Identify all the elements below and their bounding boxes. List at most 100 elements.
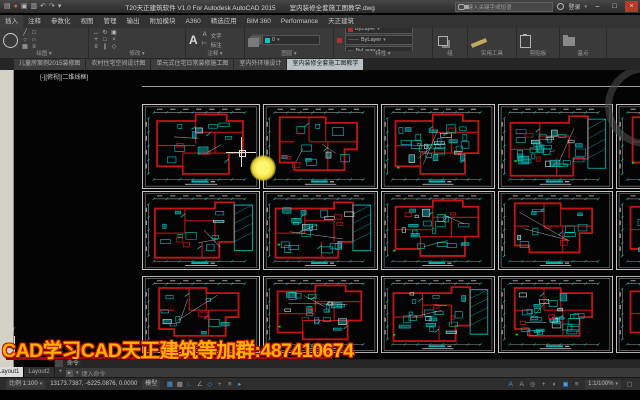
ribbon-tab-3[interactable]: 视图	[76, 15, 99, 28]
osnap-icon[interactable]: ◇	[205, 379, 214, 390]
clipboard-icon[interactable]	[520, 35, 531, 48]
line-icon[interactable]: ╱	[21, 30, 29, 37]
command-caret-icon[interactable]: ▾	[76, 370, 79, 376]
dynamic-input-icon[interactable]: ▸	[235, 379, 244, 390]
minimize-button[interactable]: –	[591, 1, 604, 12]
arc-icon[interactable]: ∩	[30, 37, 38, 44]
plus-icon[interactable]: +	[539, 379, 548, 390]
ribbon-tab-6[interactable]: 附加模块	[145, 15, 181, 28]
workspace-gear-icon[interactable]: ◎	[528, 379, 537, 390]
ribbon-tab-1[interactable]: 注释	[23, 15, 46, 28]
group-icon[interactable]	[438, 36, 448, 46]
panel-label-basepoint[interactable]: 基点	[560, 51, 606, 58]
panel-label-modify[interactable]: 修改 ▾	[89, 51, 185, 58]
app-menu-icon[interactable]: ▤	[4, 2, 11, 11]
scale-control[interactable]: 比例 1:100▾	[6, 380, 45, 389]
ribbon-tab-11[interactable]: 天正建筑	[323, 15, 359, 28]
object-color-icon[interactable]	[337, 38, 342, 43]
signin-button[interactable]: 登录	[568, 2, 580, 11]
ribbon-tab-7[interactable]: A360	[181, 15, 206, 28]
print-icon[interactable]: ▥	[30, 2, 37, 11]
annotation-visibility-icon[interactable]: A	[506, 379, 515, 390]
color-dropdown[interactable]: ByLayer▾	[345, 28, 413, 34]
redo-icon[interactable]: ↷	[49, 2, 55, 11]
command-window[interactable]: ⊢ 命令: ▸ ▾ 键入命令	[54, 359, 640, 379]
offset-icon[interactable]: ∥	[101, 44, 109, 51]
panel-label-annotate[interactable]: 注释 ▾	[186, 51, 244, 58]
circle-icon[interactable]: ○	[21, 37, 29, 44]
sheet-drawing-6	[142, 191, 260, 270]
array-icon[interactable]: ≡	[92, 44, 100, 51]
annotation-scale-control[interactable]: 1:1/100%▾	[585, 380, 621, 389]
measure-icon[interactable]	[471, 38, 487, 48]
search-input[interactable]: 键入关键字或短语	[455, 2, 553, 12]
trim-icon[interactable]: ▣	[110, 30, 118, 37]
signin-caret-icon[interactable]: ▾	[584, 4, 587, 10]
sheet-drawing-9	[498, 191, 613, 270]
rotate-icon[interactable]: ↻	[101, 30, 109, 37]
panel-label-layers[interactable]: 图层 ▾	[245, 51, 333, 58]
layout-tab-2[interactable]: +	[55, 367, 67, 377]
hatch-icon[interactable]: ▦	[21, 44, 29, 51]
lineweight-icon[interactable]: ≡	[225, 379, 234, 390]
undo-icon[interactable]: ↶	[40, 2, 46, 11]
ribbon-panel-properties: ByLayer▾ ——ByLayer▾ —ByLayer▾ 特性 ▾	[334, 28, 433, 58]
window-title: T20天正建筑软件 V1.0 For Autodesk AutoCAD 2015…	[125, 2, 375, 12]
erase-icon[interactable]: ×	[110, 37, 118, 44]
clean-screen-icon[interactable]: ▣	[561, 379, 570, 390]
linetype-dropdown[interactable]: ——ByLayer▾	[345, 35, 413, 45]
file-tab-1[interactable]: 农村住宅空间设计图	[86, 59, 150, 70]
fullscreen-icon[interactable]: ▢	[625, 379, 634, 390]
move-icon[interactable]: ↔	[92, 30, 100, 37]
layer-dropdown[interactable]: 0 ▾	[262, 35, 320, 45]
panel-label-clipboard[interactable]: 剪贴板	[517, 51, 559, 58]
viewport-controls[interactable]: [-][俯视][二维线框]	[40, 72, 88, 81]
text-tool-icon[interactable]: A	[189, 34, 198, 47]
autoscale-icon[interactable]: A	[517, 379, 526, 390]
ribbon-tab-9[interactable]: BIM 360	[242, 15, 276, 28]
file-tab-3[interactable]: 室内外环境设计	[234, 59, 286, 70]
copy-icon[interactable]: +	[92, 37, 100, 44]
maximize-button[interactable]: □	[608, 1, 621, 12]
snap-icon[interactable]: ▩	[175, 379, 184, 390]
panel-label-utilities[interactable]: 实用工具	[468, 51, 516, 58]
ribbon-tab-8[interactable]: 精选应用	[206, 15, 242, 28]
ribbon-tab-2[interactable]: 参数化	[46, 15, 76, 28]
grid-icon[interactable]: ▦	[165, 379, 174, 390]
layer-properties-icon[interactable]	[248, 38, 259, 47]
command-customize-icon[interactable]: ▸	[66, 370, 73, 377]
ribbon-tab-4[interactable]: 管理	[99, 15, 122, 28]
circle-tool-icon[interactable]	[3, 33, 18, 48]
panel-label-groups[interactable]: 组	[433, 51, 467, 58]
isolate-icon[interactable]: ◐	[550, 379, 559, 390]
polyline-icon[interactable]: ≡	[30, 44, 38, 51]
app-logo-icon[interactable]: ●	[14, 2, 18, 11]
file-tab-4[interactable]: 室内装修全套施工图教学	[287, 59, 363, 70]
dimension-tool[interactable]: ⊢标注	[201, 41, 222, 49]
save-icon[interactable]: ▣	[21, 2, 28, 11]
rectangle-icon[interactable]: □	[30, 30, 38, 37]
ribbon-tab-5[interactable]: 输出	[122, 15, 145, 28]
file-tab-2[interactable]: 单元式住宅日常装修施工图	[151, 59, 233, 70]
otrack-icon[interactable]: +	[215, 379, 224, 390]
panel-label-properties[interactable]: 特性 ▾	[334, 51, 432, 58]
signin-person-icon	[557, 3, 564, 10]
layout-tab-1[interactable]: Layout2	[24, 367, 53, 377]
layer-current-value: 0	[272, 37, 275, 43]
customize-icon[interactable]: ≡	[572, 379, 581, 390]
qat-caret-icon[interactable]: ▾	[58, 2, 62, 11]
ortho-icon[interactable]: ∟	[185, 379, 194, 390]
layout-tab-0[interactable]: Layout1	[0, 367, 23, 377]
close-button[interactable]: ×	[625, 1, 638, 12]
drawing-area[interactable]: [-][俯视][二维线框] Y CAD学习CAD天正建筑等加群:48741067…	[0, 70, 640, 377]
text-tool[interactable]: A文字	[201, 32, 222, 40]
polar-icon[interactable]: ∠	[195, 379, 204, 390]
panel-label-draw[interactable]: 绘图 ▾	[0, 51, 88, 58]
stretch-icon[interactable]: □	[101, 37, 109, 44]
ribbon-tab-0[interactable]: 插入	[0, 15, 23, 28]
fillet-icon[interactable]: ◇	[110, 44, 118, 51]
ribbon-tab-10[interactable]: Performance	[276, 15, 323, 28]
basepoint-icon[interactable]	[563, 37, 575, 46]
file-tab-0[interactable]: 儿童房案例2015装修图	[14, 59, 85, 70]
model-space-button[interactable]: 模型	[142, 380, 160, 389]
